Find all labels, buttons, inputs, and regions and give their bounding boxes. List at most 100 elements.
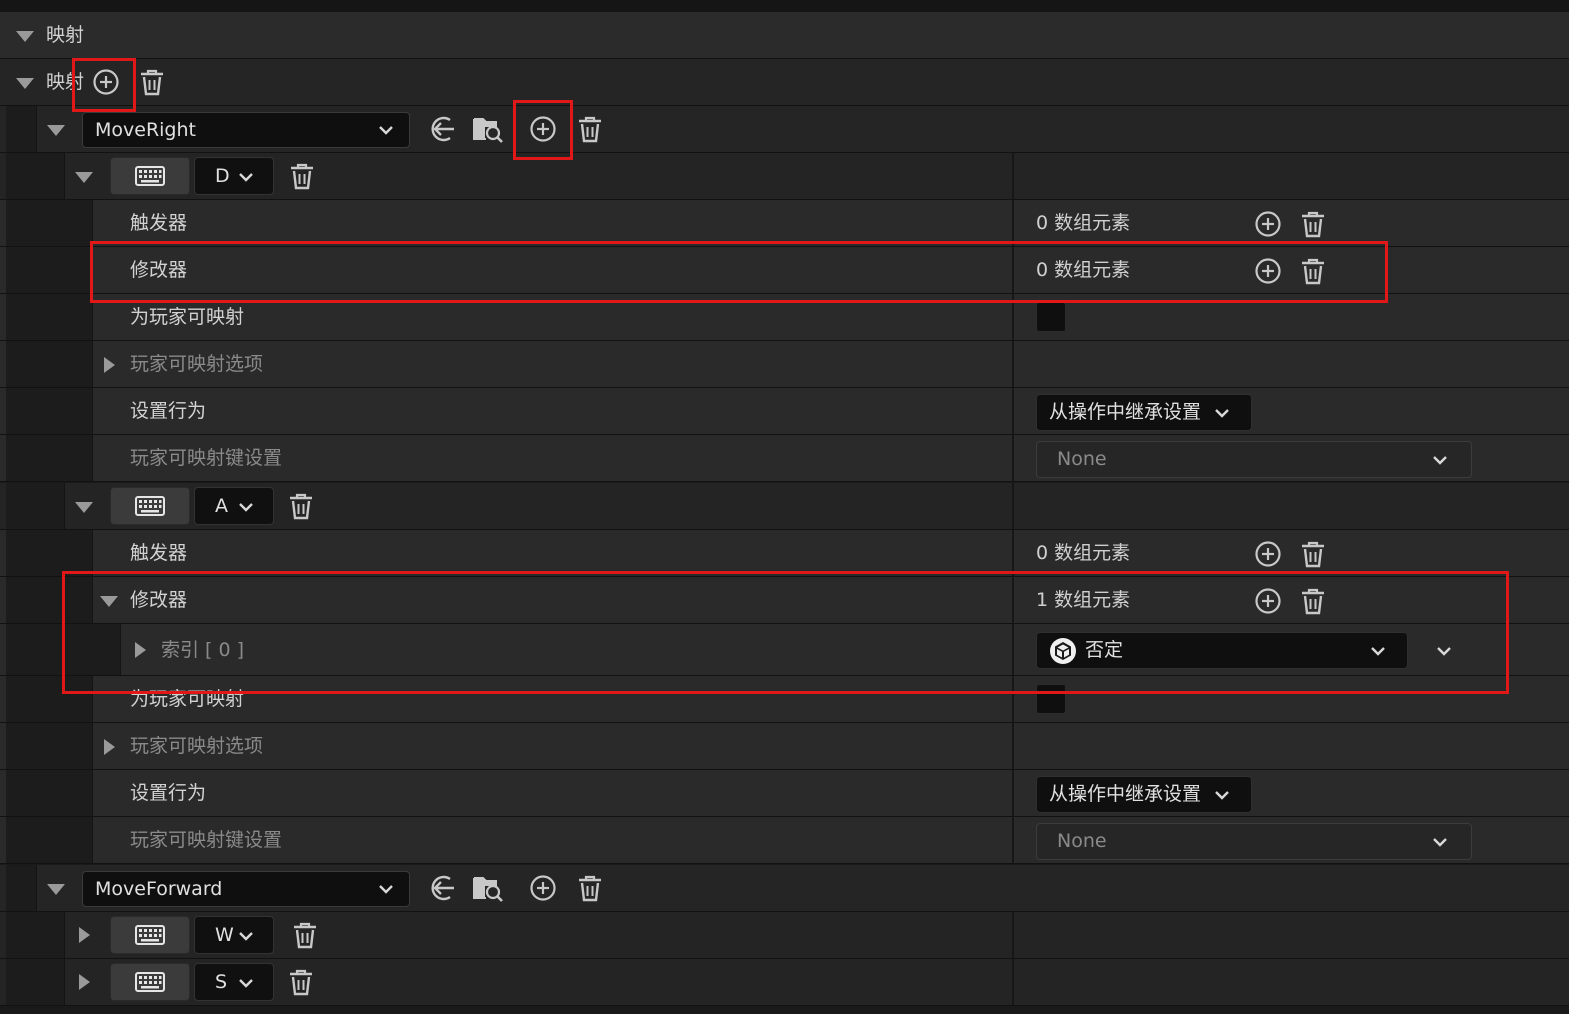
triggers-label: 触发器 [130, 212, 188, 234]
add-icon[interactable] [1254, 210, 1282, 238]
key-row-w: W [0, 912, 1569, 959]
keyboard-button[interactable] [110, 487, 190, 525]
trash-icon[interactable] [287, 968, 315, 996]
add-icon[interactable] [529, 115, 557, 143]
player-mappable-options-row[interactable]: 玩家可映射选项 [0, 341, 1569, 388]
collapse-arrow-icon[interactable] [47, 884, 65, 895]
player-mappable-options-label: 玩家可映射选项 [130, 735, 264, 757]
setting-behavior-label: 设置行为 [130, 782, 207, 804]
key-row-a: A [0, 483, 1569, 530]
section-title: 映射 [46, 24, 85, 46]
add-icon[interactable] [92, 68, 120, 96]
trash-icon[interactable] [1299, 257, 1327, 285]
player-mappable-key-settings-row: 玩家可映射键设置 None [0, 435, 1569, 482]
chevron-down-icon[interactable] [1435, 642, 1453, 660]
keyboard-button[interactable] [110, 963, 190, 1001]
key-selector[interactable]: S [194, 963, 274, 1001]
player-mappable-key-settings-dropdown[interactable]: None [1036, 823, 1472, 860]
triggers-count: 0 数组元素 [1036, 542, 1131, 564]
chevron-down-icon [1369, 642, 1387, 660]
browse-folder-icon[interactable] [472, 114, 504, 144]
trash-icon[interactable] [1299, 587, 1327, 615]
mappings-array-row: 映射 [0, 59, 1569, 106]
collapse-arrow-icon[interactable] [16, 31, 34, 42]
key-selector[interactable]: W [194, 916, 274, 954]
modifiers-row: 修改器 0 数组元素 [0, 247, 1569, 294]
keyboard-button[interactable] [110, 916, 190, 954]
player-mappable-key-settings-label: 玩家可映射键设置 [130, 829, 283, 851]
collapse-arrow-icon[interactable] [75, 502, 93, 513]
setting-behavior-dropdown[interactable]: 从操作中继承设置 [1036, 776, 1252, 813]
expand-arrow-icon[interactable] [79, 974, 90, 990]
key-label: D [215, 165, 230, 187]
modifier-class-value: 否定 [1085, 639, 1124, 661]
trash-icon[interactable] [576, 874, 604, 902]
trash-icon[interactable] [138, 68, 166, 96]
modifiers-count: 1 数组元素 [1036, 589, 1131, 611]
add-icon[interactable] [1254, 540, 1282, 568]
action-row-moveright: MoveRight [0, 106, 1569, 153]
keyboard-icon [135, 496, 165, 516]
trash-icon[interactable] [291, 921, 319, 949]
modifiers-count: 0 数组元素 [1036, 259, 1131, 281]
setting-behavior-row: 设置行为 从操作中继承设置 [0, 770, 1569, 817]
triggers-count: 0 数组元素 [1036, 212, 1131, 234]
collapse-arrow-icon[interactable] [100, 596, 118, 607]
expand-arrow-icon[interactable] [104, 357, 115, 373]
collapse-arrow-icon[interactable] [75, 172, 93, 183]
modifier-class-dropdown[interactable]: 否定 [1036, 632, 1408, 669]
chevron-down-icon [1431, 833, 1449, 851]
player-mappable-key-settings-dropdown[interactable]: None [1036, 441, 1472, 478]
trash-icon[interactable] [576, 115, 604, 143]
setting-behavior-row: 设置行为 从操作中继承设置 [0, 388, 1569, 435]
keyboard-icon [135, 166, 165, 186]
keyboard-icon [135, 972, 165, 992]
modifiers-label: 修改器 [130, 259, 188, 281]
player-mappable-options-row[interactable]: 玩家可映射选项 [0, 723, 1569, 770]
triggers-label: 触发器 [130, 542, 188, 564]
expand-arrow-icon[interactable] [135, 642, 146, 658]
setting-behavior-dropdown[interactable]: 从操作中继承设置 [1036, 394, 1252, 431]
player-mappable-checkbox[interactable] [1036, 302, 1066, 332]
action-row-moveforward: MoveForward [0, 865, 1569, 912]
trash-icon[interactable] [1299, 210, 1327, 238]
modifier-cube-icon [1049, 637, 1077, 665]
key-row-s: S [0, 959, 1569, 1006]
player-mappable-checkbox[interactable] [1036, 684, 1066, 714]
modifiers-row: 修改器 1 数组元素 [0, 577, 1569, 624]
expand-arrow-icon[interactable] [104, 739, 115, 755]
add-icon[interactable] [1254, 257, 1282, 285]
expand-arrow-icon[interactable] [79, 927, 90, 943]
add-icon[interactable] [1254, 587, 1282, 615]
setting-behavior-label: 设置行为 [130, 400, 207, 422]
player-mappable-key-settings-label: 玩家可映射键设置 [130, 447, 283, 469]
action-name: MoveForward [95, 878, 223, 900]
chevron-down-icon [1213, 404, 1231, 422]
trash-icon[interactable] [287, 492, 315, 520]
add-icon[interactable] [529, 874, 557, 902]
modifiers-label: 修改器 [130, 589, 188, 611]
back-arrow-icon[interactable] [427, 873, 457, 903]
section-header-mappings[interactable]: 映射 [0, 12, 1569, 59]
keyboard-button[interactable] [110, 157, 190, 195]
back-arrow-icon[interactable] [427, 114, 457, 144]
action-name: MoveRight [95, 119, 196, 141]
modifier-index-row: 索引 [ 0 ] 否定 [0, 624, 1569, 676]
keyboard-icon [135, 925, 165, 945]
modifier-index-label: 索引 [ 0 ] [161, 639, 245, 661]
key-selector[interactable]: A [194, 487, 274, 525]
trash-icon[interactable] [288, 162, 316, 190]
action-selector[interactable]: MoveForward [82, 871, 410, 907]
key-row-d: D [0, 153, 1569, 200]
chevron-down-icon [377, 121, 395, 139]
collapse-arrow-icon[interactable] [16, 78, 34, 89]
chevron-down-icon [237, 974, 255, 992]
browse-folder-icon[interactable] [472, 873, 504, 903]
trash-icon[interactable] [1299, 540, 1327, 568]
chevron-down-icon [237, 168, 255, 186]
collapse-arrow-icon[interactable] [47, 125, 65, 136]
triggers-row: 触发器 0 数组元素 [0, 530, 1569, 577]
player-mappable-options-label: 玩家可映射选项 [130, 353, 264, 375]
key-selector[interactable]: D [194, 157, 274, 195]
action-selector[interactable]: MoveRight [82, 112, 410, 148]
